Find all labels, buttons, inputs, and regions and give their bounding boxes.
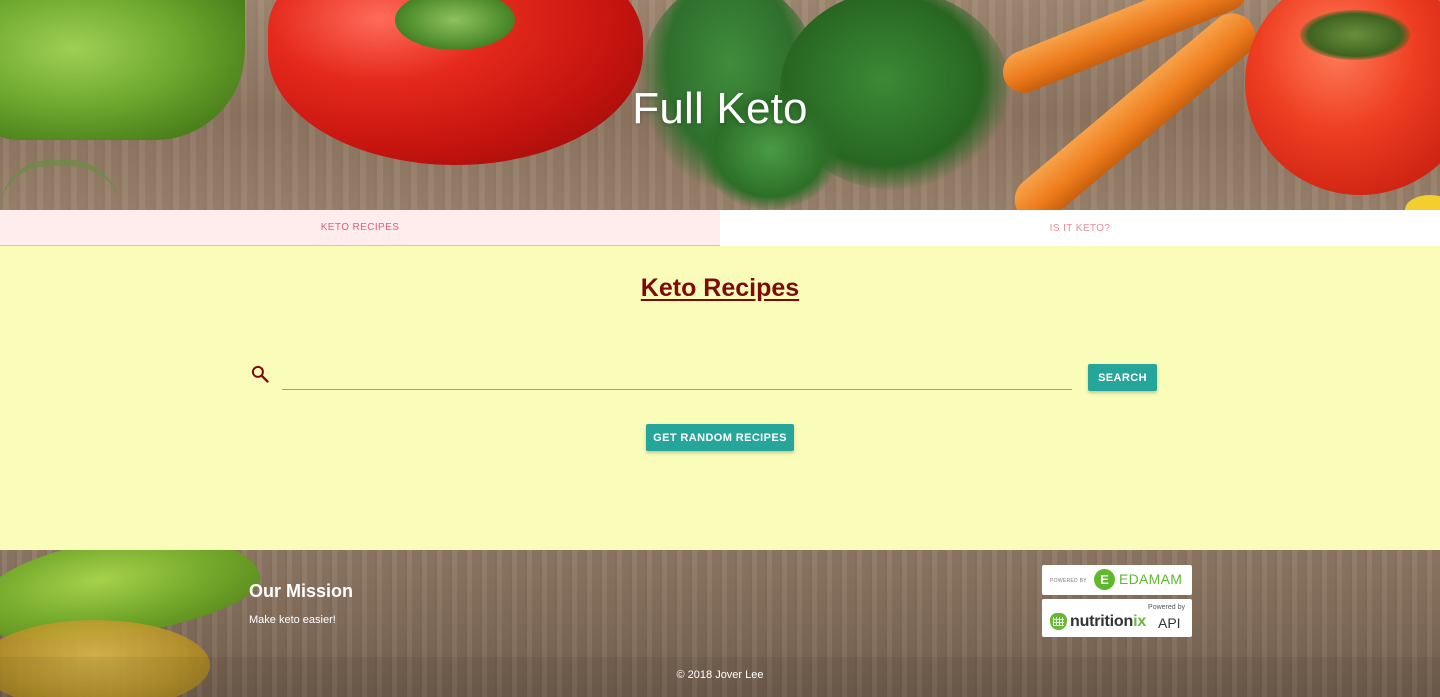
nutritionix-brand: nutritionix <box>1070 613 1146 631</box>
edamam-logo-icon: E <box>1094 569 1115 590</box>
edamam-powered-by: POWERED BY <box>1050 578 1087 584</box>
tab-is-it-keto[interactable]: Is it Keto? <box>720 210 1440 246</box>
get-random-recipes-button[interactable]: Get Random Recipes <box>646 424 794 451</box>
mission-text: Make keto easier! <box>249 614 336 626</box>
site-title: Full Keto <box>632 84 808 133</box>
main-content: Keto Recipes Search Get Random Recipes <box>0 246 1440 550</box>
nutritionix-brand-suffix: ix <box>1133 613 1147 630</box>
tab-bar: Keto Recipes Is it Keto? <box>0 210 1440 246</box>
nutritionix-brand-main: nutrition <box>1070 613 1134 630</box>
tomato-stem-image <box>1300 10 1410 60</box>
copyright-text: © 2018 Jover Lee <box>676 669 764 681</box>
nutritionix-apple-icon <box>1050 613 1067 630</box>
tab-keto-recipes[interactable]: Keto Recipes <box>0 210 720 246</box>
search-input[interactable] <box>282 360 1072 390</box>
mission-title: Our Mission <box>249 581 354 601</box>
nutritionix-powered-by: Powered by <box>1148 604 1185 611</box>
footer: Our Mission Make keto easier! POWERED BY… <box>0 550 1440 697</box>
page-heading: Keto Recipes <box>640 274 800 302</box>
edamam-badge[interactable]: POWERED BY E EDAMAM <box>1042 565 1192 595</box>
edamam-brand: EDAMAM <box>1119 571 1183 587</box>
hero-header: Full Keto <box>0 0 1440 210</box>
nutritionix-api-label: API <box>1158 615 1181 631</box>
search-icon <box>250 364 270 384</box>
search-button[interactable]: Search <box>1088 364 1157 391</box>
nutritionix-badge[interactable]: Powered by nutritionix API <box>1042 599 1192 637</box>
cucumber-stem-image <box>0 160 120 210</box>
lemon-image <box>1405 195 1440 210</box>
